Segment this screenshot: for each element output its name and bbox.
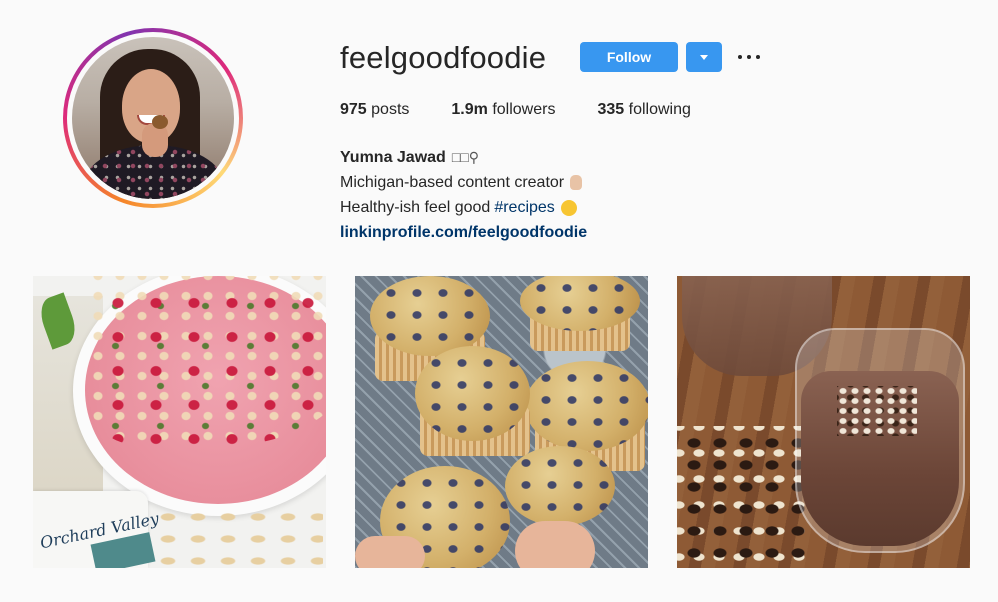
smiling-face-emoji-icon [560, 199, 577, 216]
profile-avatar[interactable] [63, 28, 243, 208]
following-count: 335 [597, 101, 625, 118]
followers-count: 1.9m [451, 101, 488, 118]
bio-line-1-text: Michigan-based content creator [340, 174, 565, 191]
avatar-photo [72, 37, 234, 199]
following-label: following [628, 101, 691, 118]
profile-page: feelgoodfoodie Follow 975 posts 1.9m fol… [0, 0, 998, 602]
post-thumbnail-chocolate-smoothie[interactable] [677, 276, 970, 568]
follow-button[interactable]: Follow [580, 42, 678, 72]
followers-stat[interactable]: 1.9m followers [451, 101, 555, 119]
bio-line-2: Healthy-ish feel good #recipes [340, 195, 587, 220]
post-thumbnail-muffins[interactable] [355, 276, 648, 568]
suggested-dropdown-button[interactable] [686, 42, 722, 72]
posts-label: posts [371, 101, 410, 118]
profile-username: feelgoodfoodie [340, 40, 547, 75]
profile-stats: 975 posts 1.9m followers 335 following [340, 101, 733, 119]
bio-full-name: Yumna Jawad [340, 149, 446, 166]
posts-count: 975 [340, 101, 367, 118]
bio-line-1: Michigan-based content creator [340, 170, 587, 195]
posts-stat: 975 posts [340, 101, 409, 119]
bio-name-icons: □□⚲ [451, 149, 479, 165]
more-options-icon [738, 55, 742, 59]
bio-hashtag-link[interactable]: #recipes [494, 195, 554, 220]
posts-grid: Orchard Valley [33, 276, 970, 568]
followers-label: followers [492, 101, 556, 118]
more-options-button[interactable] [738, 50, 760, 64]
post-thumbnail-smoothie-bowl[interactable]: Orchard Valley [33, 276, 326, 568]
chevron-down-icon [700, 54, 708, 60]
following-stat[interactable]: 335 following [597, 101, 690, 119]
bio-line-2-text: Healthy-ish feel good [340, 199, 491, 216]
bio-full-name-row: Yumna Jawad □□⚲ [340, 145, 587, 170]
profile-bio: Yumna Jawad □□⚲ Michigan-based content c… [340, 145, 587, 245]
raised-hand-emoji-icon [570, 175, 583, 190]
bio-website-link[interactable]: linkinprofile.com/feelgoodfoodie [340, 220, 587, 245]
